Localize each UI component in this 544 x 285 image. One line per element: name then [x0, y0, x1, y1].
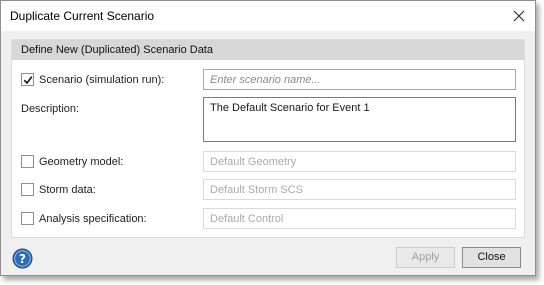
- storm-label: Storm data:: [39, 184, 96, 196]
- analysis-field[interactable]: Default Control: [203, 208, 516, 229]
- storm-value: Default Storm SCS: [210, 184, 303, 196]
- description-textarea[interactable]: The Default Scenario for Event 1: [203, 97, 516, 142]
- close-icon[interactable]: [511, 8, 527, 24]
- analysis-checkbox[interactable]: [21, 212, 34, 225]
- geometry-checkbox[interactable]: [21, 155, 34, 168]
- close-button[interactable]: Close: [462, 247, 521, 268]
- scenario-data-group: Define New (Duplicated) Scenario Data Sc…: [11, 39, 525, 238]
- dialog-window: Duplicate Current Scenario Define New (D…: [0, 0, 536, 276]
- description-label: Description:: [21, 103, 80, 115]
- geometry-value: Default Geometry: [210, 156, 297, 168]
- scenario-checkbox[interactable]: [21, 73, 34, 86]
- group-header: Define New (Duplicated) Scenario Data: [12, 40, 524, 60]
- geometry-label: Geometry model:: [39, 156, 124, 168]
- geometry-field[interactable]: Default Geometry: [203, 151, 516, 172]
- analysis-label: Analysis specification:: [39, 213, 147, 225]
- apply-button[interactable]: Apply: [396, 247, 455, 268]
- description-value: The Default Scenario for Event 1: [210, 102, 370, 114]
- help-icon[interactable]: ?: [12, 248, 33, 269]
- storm-checkbox[interactable]: [21, 183, 34, 196]
- storm-field[interactable]: Default Storm SCS: [203, 179, 516, 200]
- scenario-name-placeholder: Enter scenario name...: [210, 74, 321, 86]
- scenario-name-input[interactable]: Enter scenario name...: [203, 69, 516, 90]
- dialog-title: Duplicate Current Scenario: [10, 9, 155, 23]
- analysis-value: Default Control: [210, 213, 284, 225]
- checkmark-icon: [23, 76, 33, 85]
- svg-text:?: ?: [19, 252, 26, 266]
- title-bar[interactable]: Duplicate Current Scenario: [1, 1, 535, 31]
- group-header-label: Define New (Duplicated) Scenario Data: [21, 44, 213, 56]
- scenario-label: Scenario (simulation run):: [39, 74, 165, 86]
- dialog-body: Define New (Duplicated) Scenario Data Sc…: [1, 31, 535, 275]
